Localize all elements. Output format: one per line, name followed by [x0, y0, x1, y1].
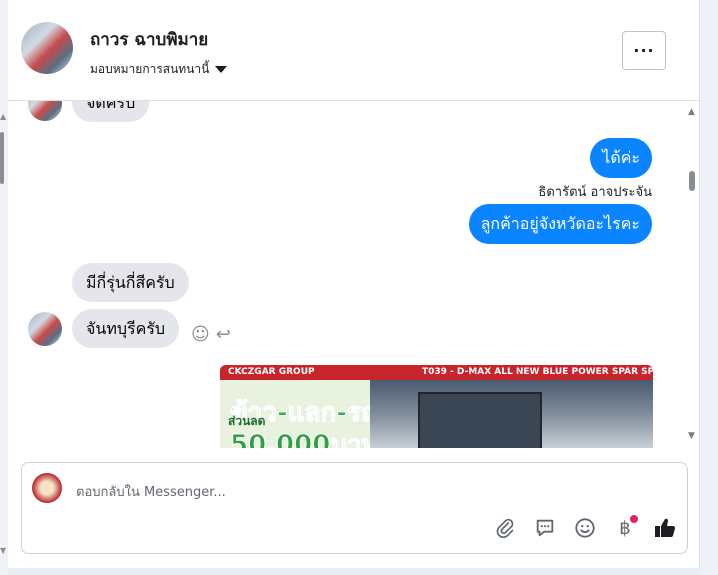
conversation-header: ถาวร ฉาบพิมาย มอบหมายการสนทนานี้ ···: [8, 0, 699, 101]
thread-scrollbar[interactable]: ▲ ▼: [686, 101, 698, 448]
page-edge: [700, 0, 718, 575]
assign-conversation-dropdown[interactable]: มอบหมายการสนทนานี้: [90, 60, 228, 79]
smile-icon[interactable]: [572, 515, 598, 541]
promo-discount-amount: 50,000บาท: [230, 430, 380, 449]
paperclip-icon[interactable]: [492, 515, 518, 541]
sender-name: ธิดารัตน์ อาจประจัน: [538, 185, 652, 200]
scroll-down-icon[interactable]: ▼: [0, 546, 6, 555]
avatar: [28, 101, 62, 121]
more-options-button[interactable]: ···: [622, 31, 666, 70]
promo-band-left: CKCZGAR GROUP: [228, 367, 315, 377]
car-grille: [418, 392, 542, 448]
page-avatar: [32, 473, 62, 503]
promo-image[interactable]: CKCZGAR GROUP T039 - D-MAX ALL NEW BLUE …: [220, 365, 653, 448]
conversation-panel: ถาวร ฉาบพิมาย มอบหมายการสนทนานี้ ··· จัด…: [8, 0, 700, 568]
baht-icon[interactable]: ฿: [612, 515, 638, 541]
assign-label: มอบหมายการสนทนานี้: [90, 62, 210, 76]
scroll-up-icon[interactable]: ▲: [688, 107, 695, 117]
notification-dot: [630, 515, 638, 523]
reply-icon[interactable]: ↩: [216, 324, 231, 345]
scroll-down-icon[interactable]: ▼: [688, 431, 695, 441]
caret-down-icon: [215, 66, 228, 73]
message-thread: จัดครับ ได้ค่ะ ธิดารัตน์ อาจประจัน ลูกค้…: [8, 101, 699, 448]
promo-car-photo: [370, 380, 653, 448]
thumbs-up-icon[interactable]: [652, 515, 678, 541]
incoming-message[interactable]: จันทบุรีครับ: [72, 309, 180, 348]
avatar: [28, 312, 62, 346]
react-smile-icon[interactable]: ☺: [191, 324, 210, 345]
chat-bubble-icon[interactable]: [532, 515, 558, 541]
reply-composer: ฿: [21, 462, 688, 554]
promo-band: CKCZGAR GROUP T039 - D-MAX ALL NEW BLUE …: [220, 365, 653, 380]
incoming-message[interactable]: จัดครับ: [72, 101, 150, 122]
scroll-up-icon[interactable]: ▲: [0, 112, 6, 121]
promo-band-right: T039 - D-MAX ALL NEW BLUE POWER SPAR SPA…: [422, 367, 653, 377]
outer-scrollbar-thumb[interactable]: [0, 132, 4, 184]
message-actions: ☺ ↩: [191, 324, 231, 345]
incoming-message[interactable]: มีกี่รุ่นกี่สีครับ: [72, 263, 189, 302]
reply-input[interactable]: [74, 477, 638, 507]
outgoing-message[interactable]: ลูกค้าอยู่จังหวัดอะไรคะ: [468, 204, 652, 244]
thread-scrollbar-thumb[interactable]: [689, 171, 695, 191]
outer-scrollbar[interactable]: ▲ ▼: [0, 0, 8, 575]
avatar[interactable]: [21, 22, 73, 74]
composer-toolbar: ฿: [492, 515, 678, 541]
outgoing-message[interactable]: ได้ค่ะ: [590, 138, 652, 178]
contact-name[interactable]: ถาวร ฉาบพิมาย: [90, 26, 208, 53]
